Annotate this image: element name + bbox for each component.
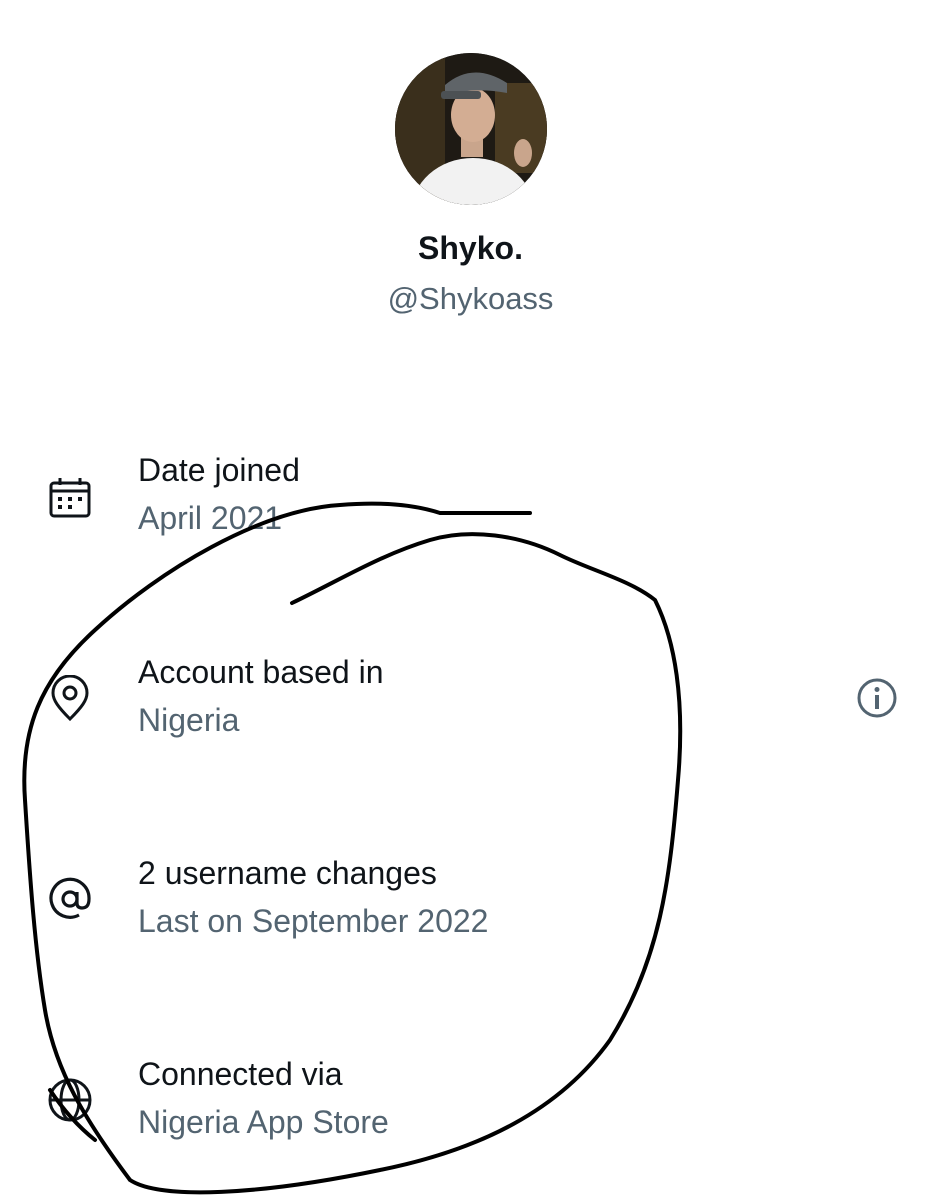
globe-icon — [46, 1076, 94, 1124]
row-value: Nigeria — [138, 702, 240, 738]
row-connected-via: Connected via Nigeria App Store — [0, 1056, 941, 1166]
row-title: Account based in — [138, 654, 384, 690]
info-button[interactable] — [855, 676, 899, 720]
location-pin-icon — [46, 675, 94, 723]
row-date-joined: Date joined April 2021 — [0, 452, 941, 562]
row-title: 2 username changes — [138, 855, 437, 891]
at-sign-icon — [46, 875, 94, 923]
username-handle: @Shykoass — [387, 281, 554, 316]
row-title: Date joined — [138, 452, 300, 488]
calendar-icon — [46, 474, 94, 522]
row-username-changes: 2 username changes Last on September 202… — [0, 855, 941, 965]
row-value: Last on September 2022 — [138, 903, 489, 939]
row-account-based-in: Account based in Nigeria — [0, 654, 941, 764]
avatar-photo — [395, 53, 547, 205]
row-value: Nigeria App Store — [138, 1104, 389, 1140]
display-name: Shyko. — [418, 230, 523, 266]
info-circle-icon — [857, 678, 897, 718]
avatar[interactable] — [395, 53, 547, 205]
row-title: Connected via — [138, 1056, 343, 1092]
row-value: April 2021 — [138, 500, 283, 536]
